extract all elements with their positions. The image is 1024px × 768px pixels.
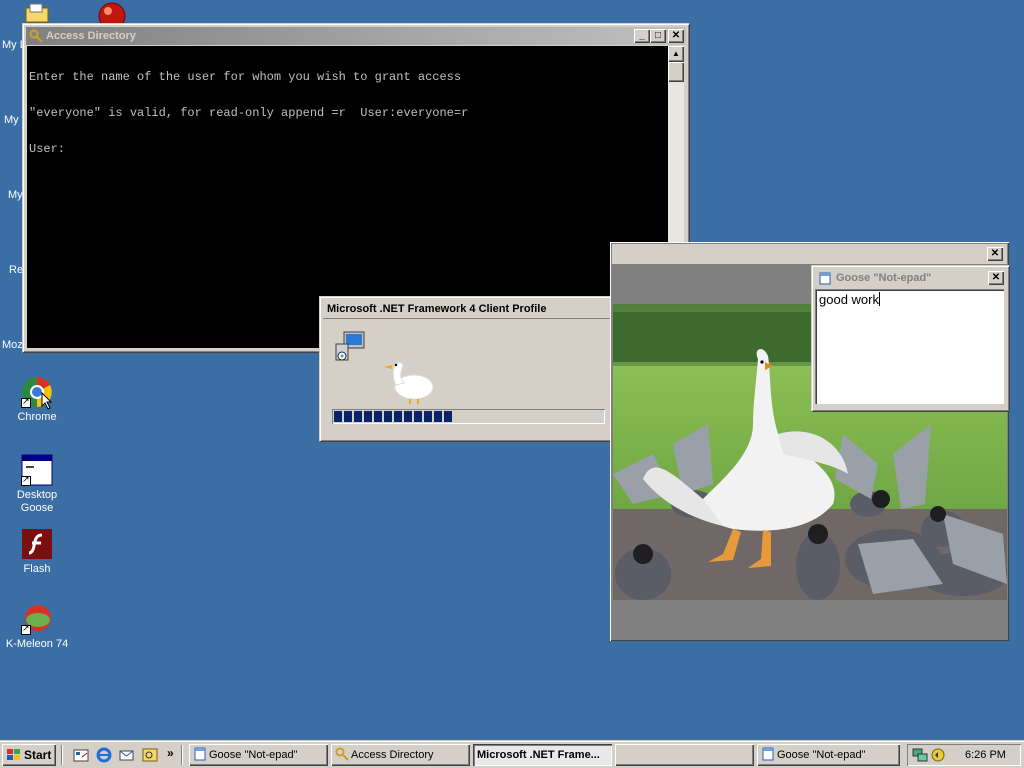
- progress-block: [374, 411, 382, 422]
- minimize-button[interactable]: _: [634, 29, 650, 43]
- notepad-window[interactable]: Goose "Not-epad" ✕ good work: [811, 265, 1010, 412]
- goose-app-icon: [21, 454, 53, 486]
- notepad-textarea[interactable]: good work: [815, 289, 1004, 404]
- scroll-thumb[interactable]: [668, 62, 684, 82]
- taskbar-button-label: Goose "Not-epad": [777, 749, 866, 761]
- goose-sprite-icon: [384, 362, 434, 404]
- desktop-icon-label: Desktop: [16, 489, 58, 501]
- quicklaunch-overflow[interactable]: »: [167, 746, 174, 760]
- show-desktop-icon[interactable]: [73, 747, 89, 763]
- installer-window[interactable]: Microsoft .NET Framework 4 Client Profil…: [319, 296, 619, 442]
- close-button[interactable]: ✕: [987, 247, 1003, 261]
- console-line: "everyone" is valid, for read-only appen…: [29, 106, 469, 120]
- red-ball-icon: [98, 2, 126, 30]
- desktop-icon-red-partial[interactable]: [96, 2, 128, 30]
- setup-computer-icon: [335, 331, 365, 361]
- scroll-up-button[interactable]: ▲: [668, 46, 684, 62]
- taskbar-button-label: Goose "Not-epad": [209, 749, 298, 761]
- notepad-text: good work: [819, 292, 879, 307]
- keys-icon: [335, 747, 349, 761]
- desktop-icon-label: Goose: [20, 502, 54, 514]
- window-title: Microsoft .NET Framework 4 Client Profil…: [327, 303, 547, 315]
- progress-block: [394, 411, 402, 422]
- desktop-label-partial: My: [4, 114, 19, 126]
- progress-block: [414, 411, 422, 422]
- internet-explorer-icon[interactable]: [96, 747, 112, 763]
- desktop-icon-label: Chrome: [17, 411, 57, 423]
- desktop-icon-chrome[interactable]: Chrome: [0, 376, 75, 424]
- progress-block: [384, 411, 392, 422]
- outlook-express-icon[interactable]: [119, 747, 135, 763]
- close-button[interactable]: ✕: [988, 271, 1004, 285]
- console-titlebar[interactable]: Access Directory _ □ ✕: [26, 27, 686, 45]
- taskbar-button-label: Microsoft .NET Frame...: [477, 749, 600, 761]
- kmeleon-icon: [21, 603, 53, 635]
- start-label: Start: [24, 748, 52, 762]
- desktop-icon-label: Flash: [23, 563, 51, 575]
- desktop-icon-kmeleon[interactable]: K-Meleon 74: [0, 603, 75, 651]
- window-title: Access Directory: [46, 30, 136, 42]
- taskbar-button-goose-notepad-2[interactable]: Goose "Not-epad": [757, 744, 900, 766]
- installer-titlebar[interactable]: Microsoft .NET Framework 4 Client Profil…: [323, 300, 615, 318]
- progress-block: [334, 411, 342, 422]
- progress-block: [404, 411, 412, 422]
- progress-block: [424, 411, 432, 422]
- taskbar-button-dotnet-installer[interactable]: Microsoft .NET Frame...: [473, 744, 612, 766]
- notepad-icon: [819, 272, 831, 285]
- taskbar-button-label: Access Directory: [351, 749, 434, 761]
- start-button[interactable]: Start: [2, 744, 56, 766]
- folder-icon: [25, 3, 49, 23]
- notepad-icon: [194, 747, 206, 761]
- windows-logo-icon: [7, 749, 20, 760]
- taskbar-button-goose-notepad[interactable]: Goose "Not-epad": [189, 744, 328, 766]
- taskbar-button-access-directory[interactable]: Access Directory: [331, 744, 470, 766]
- desktop-icon-label: K-Meleon 74: [5, 638, 69, 650]
- notepad-titlebar[interactable]: Goose "Not-epad" ✕: [815, 269, 1006, 287]
- progress-block: [354, 411, 362, 422]
- progress-block: [344, 411, 352, 422]
- desktop-icon-desktop-goose[interactable]: Desktop Goose: [0, 454, 75, 515]
- mouse-cursor-icon: [41, 392, 53, 410]
- progress-block: [364, 411, 372, 422]
- keys-icon: [29, 29, 43, 43]
- console-line: User:: [29, 142, 66, 156]
- goose-image-titlebar[interactable]: ✕: [612, 244, 1007, 264]
- system-tray: 6:26 PM: [907, 744, 1021, 766]
- progress-bar: [332, 409, 605, 424]
- desktop-icon-flash[interactable]: Flash: [0, 528, 75, 576]
- close-button[interactable]: ✕: [668, 29, 684, 43]
- network-icon[interactable]: [912, 747, 928, 763]
- window-title: Goose "Not-epad": [836, 272, 932, 284]
- text-caret: [878, 292, 880, 306]
- clock[interactable]: 6:26 PM: [965, 744, 1006, 766]
- progress-block: [434, 411, 442, 422]
- media-icon[interactable]: [142, 747, 158, 763]
- notepad-icon: [762, 747, 774, 761]
- taskbar: Start » Goose "Not-epad" Access Director…: [0, 740, 1024, 768]
- desktop-label-partial: Moz: [2, 339, 23, 351]
- desktop-label-partial: My: [8, 189, 23, 201]
- desktop-label-partial: Re: [9, 264, 24, 276]
- flash-icon: [21, 528, 53, 560]
- desktop-icon-mydocs-partial[interactable]: [24, 2, 50, 24]
- volume-icon[interactable]: [930, 747, 946, 763]
- taskbar-button-blank[interactable]: [615, 744, 754, 766]
- maximize-button[interactable]: □: [650, 29, 666, 43]
- console-line: Enter the name of the user for whom you …: [29, 70, 462, 84]
- progress-block: [444, 411, 452, 422]
